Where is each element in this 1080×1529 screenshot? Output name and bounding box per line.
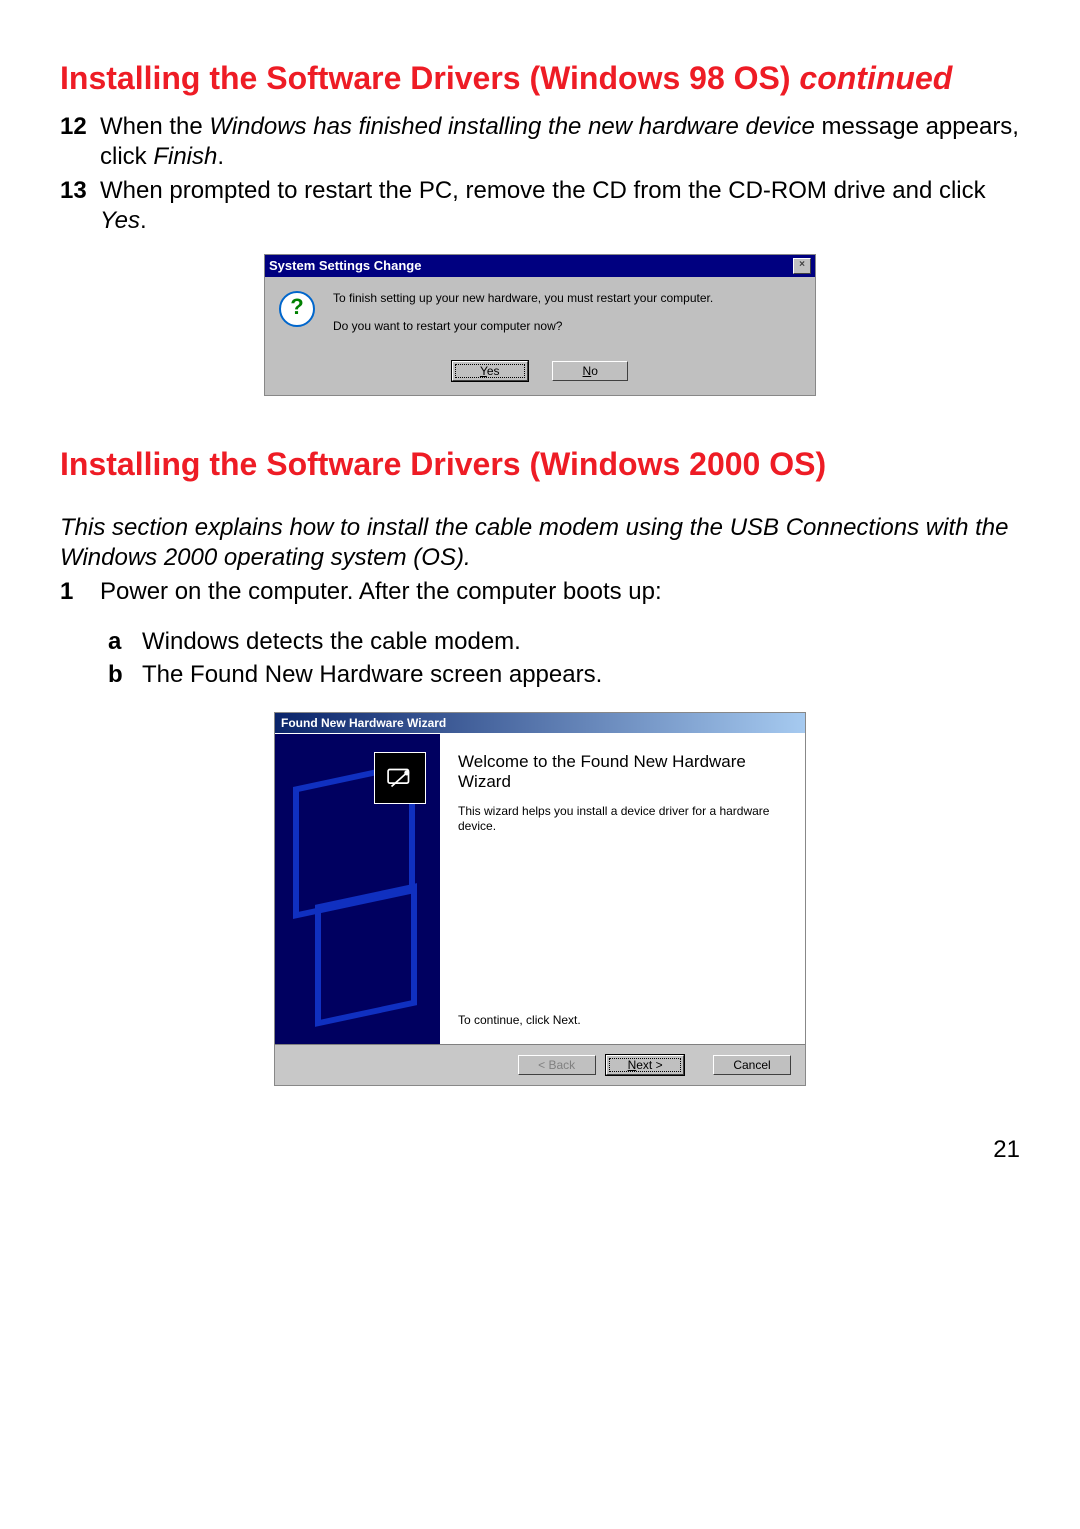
step-text: When prompted to restart the PC, remove … [100, 176, 1020, 236]
substep-text: Windows detects the cable modem. [142, 625, 521, 659]
dialog1-msg-line2: Do you want to restart your computer now… [333, 319, 713, 333]
question-icon: ? [279, 291, 315, 327]
dialog1-message: To finish setting up your new hardware, … [333, 291, 713, 347]
heading-win2000: Installing the Software Drivers (Windows… [60, 446, 1020, 483]
dialog1-msg-line1: To finish setting up your new hardware, … [333, 291, 713, 305]
wizard-side-graphic [275, 734, 440, 1044]
wizard-continue-text: To continue, click Next. [458, 1013, 787, 1028]
page-number: 21 [60, 1136, 1020, 1164]
substep-text: The Found New Hardware screen appears. [142, 658, 602, 692]
next-button[interactable]: Next > [606, 1055, 684, 1075]
yes-button[interactable]: Yes [452, 361, 528, 381]
dialog1-title: System Settings Change [269, 258, 421, 273]
hardware-icon [374, 752, 426, 804]
step-item: 12When the Windows has finished installi… [60, 112, 1020, 172]
cancel-button[interactable]: Cancel [713, 1055, 791, 1075]
back-button: < Back [518, 1055, 596, 1075]
steps-win2000: 1Power on the computer. After the comput… [60, 577, 1020, 607]
step-item: 13When prompted to restart the PC, remov… [60, 176, 1020, 236]
wizard-welcome-title: Welcome to the Found New Hardware Wizard [458, 752, 787, 792]
steps-win98: 12When the Windows has finished installi… [60, 112, 1020, 236]
close-icon[interactable]: × [793, 258, 811, 274]
dialog-found-new-hardware-wizard: Found New Hardware Wizard Welcome to the… [274, 712, 806, 1086]
substep-letter: b [108, 658, 142, 692]
wizard-welcome-text: This wizard helps you install a device d… [458, 804, 787, 834]
step-text: Power on the computer. After the compute… [100, 577, 1020, 607]
heading-win98-main: Installing the Software Drivers (Windows… [60, 60, 791, 96]
heading-win98-continued: continued [799, 60, 952, 96]
intro-win2000: This section explains how to install the… [60, 513, 1020, 573]
step-number: 12 [60, 112, 100, 172]
substep-letter: a [108, 625, 142, 659]
step-number: 13 [60, 176, 100, 236]
dialog-system-settings-change: System Settings Change × ? To finish set… [264, 254, 816, 396]
step-number: 1 [60, 577, 100, 607]
substeps-win2000: aWindows detects the cable modem.bThe Fo… [108, 625, 1020, 692]
no-button[interactable]: No [552, 361, 628, 381]
step-text: When the Windows has finished installing… [100, 112, 1020, 172]
heading-win98: Installing the Software Drivers (Windows… [60, 60, 1020, 97]
dialog2-titlebar: Found New Hardware Wizard [275, 713, 805, 733]
dialog1-titlebar: System Settings Change × [265, 255, 815, 277]
substep-item: bThe Found New Hardware screen appears. [108, 658, 1020, 692]
substep-item: aWindows detects the cable modem. [108, 625, 1020, 659]
step-item: 1Power on the computer. After the comput… [60, 577, 1020, 607]
